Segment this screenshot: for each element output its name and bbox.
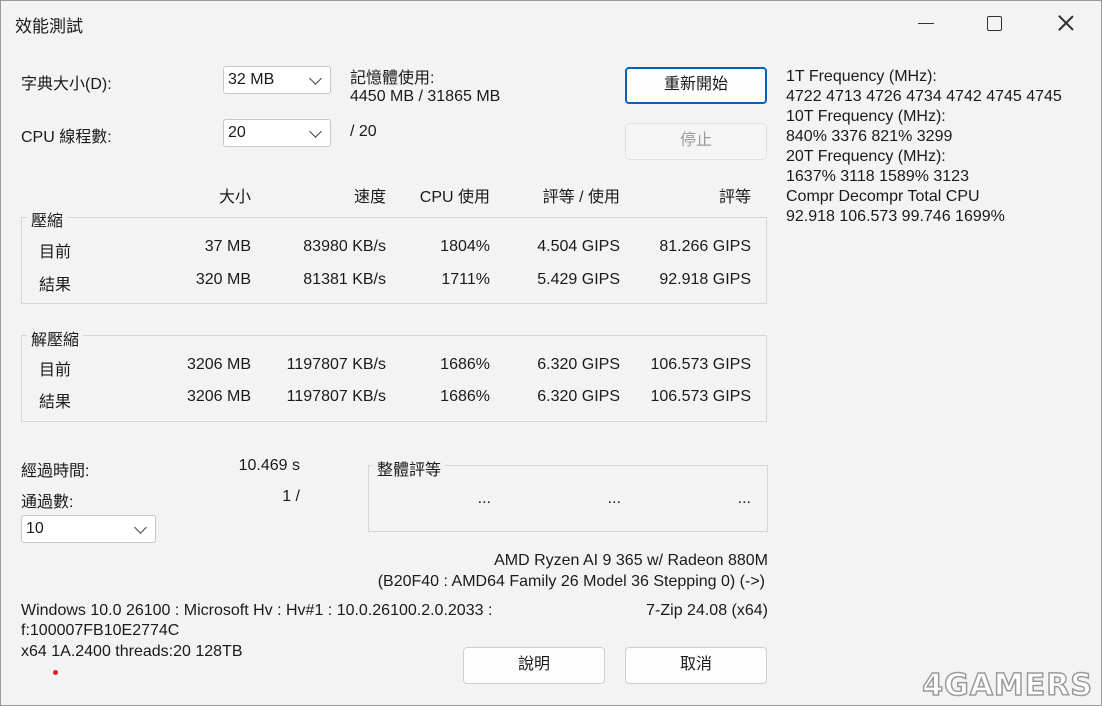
threads-label: CPU 線程數:: [21, 129, 112, 146]
elapsed-label: 經過時間:: [21, 463, 90, 480]
summary-header: Compr Decompr Total CPU: [786, 188, 980, 205]
cell-rating-usage: 5.429 GIPS: [537, 271, 620, 288]
overall-value-3: ...: [737, 490, 751, 507]
header-size: 大小: [218, 189, 251, 206]
cell-rating-usage: 6.320 GIPS: [537, 356, 620, 373]
chevron-down-icon: [134, 521, 147, 534]
threads-value: 20: [228, 124, 246, 141]
minimize-icon: [918, 23, 934, 24]
passes-select[interactable]: 10: [21, 515, 156, 543]
cell-size: 3206 MB: [186, 356, 251, 373]
close-button[interactable]: [1037, 1, 1093, 45]
dict-size-label: 字典大小(D):: [21, 76, 112, 93]
maximize-button[interactable]: [967, 1, 1023, 45]
overall-rating-label: 整體評等: [373, 456, 446, 480]
compress-group: [21, 217, 767, 304]
elapsed-value: 10.469 s: [238, 457, 300, 474]
cell-rating: 81.266 GIPS: [659, 238, 751, 255]
row-name: 目前: [39, 362, 72, 379]
cpu-detail[interactable]: (B20F40 : AMD64 Family 26 Model 36 Stepp…: [371, 573, 765, 591]
cell-rating-usage: 6.320 GIPS: [537, 388, 620, 405]
cell-speed: 1197807 KB/s: [286, 388, 386, 405]
chevron-down-icon: [309, 72, 322, 85]
passes-label: 通過數:: [21, 494, 74, 511]
system-info-line-2: f:100007FB10E2774C: [21, 622, 180, 639]
passes-value: 1 /: [282, 488, 300, 505]
minimize-button[interactable]: [899, 1, 955, 45]
cell-size: 37 MB: [204, 238, 251, 255]
summary-values: 92.918 106.573 99.746 1699%: [786, 208, 1005, 225]
freq-20t-label: 20T Frequency (MHz):: [786, 148, 946, 165]
freq-10t-label: 10T Frequency (MHz):: [786, 108, 946, 125]
header-rating-usage: 評等 / 使用: [542, 189, 620, 206]
chevron-down-icon: [309, 125, 322, 138]
version-label: 7-Zip 24.08 (x64): [646, 602, 768, 619]
dict-size-select[interactable]: 32 MB: [223, 66, 331, 94]
cell-cpu: 1686%: [440, 388, 490, 405]
cell-speed: 1197807 KB/s: [286, 356, 386, 373]
maximize-icon: [987, 16, 1002, 31]
cell-rating: 92.918 GIPS: [659, 271, 751, 288]
cell-size: 320 MB: [195, 271, 251, 288]
memory-label: 記憶體使用:: [350, 70, 435, 87]
header-cpu-usage: CPU 使用: [419, 189, 490, 206]
cell-rating-usage: 4.504 GIPS: [537, 238, 620, 255]
decompress-group: [21, 335, 767, 422]
cell-speed: 83980 KB/s: [303, 238, 386, 255]
cell-cpu: 1804%: [440, 238, 490, 255]
cell-size: 3206 MB: [186, 388, 251, 405]
threads-max: / 20: [350, 123, 377, 140]
status-dot: [53, 670, 58, 675]
title-bar: 效能測試: [1, 1, 1101, 45]
row-name: 結果: [39, 277, 72, 294]
overall-value-2: ...: [607, 490, 621, 507]
memory-value: 4450 MB / 31865 MB: [350, 88, 501, 105]
freq-1t-label: 1T Frequency (MHz):: [786, 68, 937, 85]
header-speed: 速度: [353, 189, 386, 206]
freq-20t-values: 1637% 3118 1589% 3123: [786, 168, 969, 185]
watermark-logo: 4GAMERS: [921, 667, 1093, 704]
help-button[interactable]: 說明: [463, 647, 605, 684]
benchmark-window: 效能測試 字典大小(D): 32 MB CPU 線程數: 20 / 20 記憶體…: [0, 0, 1102, 706]
restart-button[interactable]: 重新開始: [625, 67, 767, 104]
freq-10t-values: 840% 3376 821% 3299: [786, 128, 953, 145]
cancel-button[interactable]: 取消: [625, 647, 767, 684]
cell-rating: 106.573 GIPS: [650, 388, 751, 405]
header-rating: 評等: [718, 189, 751, 206]
cpu-name: AMD Ryzen AI 9 365 w/ Radeon 880M: [494, 552, 768, 569]
cell-cpu: 1686%: [440, 356, 490, 373]
cell-cpu: 1711%: [441, 271, 490, 288]
system-info-line-1: Windows 10.0 26100 : Microsoft Hv : Hv#1…: [21, 602, 493, 619]
dict-size-value: 32 MB: [228, 71, 275, 88]
system-info-line-3: x64 1A.2400 threads:20 128TB: [21, 643, 243, 660]
compress-label: 壓縮: [27, 207, 68, 231]
row-name: 目前: [39, 244, 72, 261]
row-name: 結果: [39, 394, 72, 411]
passes-select-value: 10: [26, 520, 44, 537]
window-title: 效能測試: [15, 17, 83, 36]
freq-1t-values: 4722 4713 4726 4734 4742 4745 4745: [786, 88, 1062, 105]
decompress-label: 解壓縮: [27, 326, 84, 350]
cell-rating: 106.573 GIPS: [650, 356, 751, 373]
threads-select[interactable]: 20: [223, 119, 331, 147]
cell-speed: 81381 KB/s: [303, 271, 386, 288]
stop-button[interactable]: 停止: [625, 123, 767, 160]
overall-value-1: ...: [477, 490, 491, 507]
